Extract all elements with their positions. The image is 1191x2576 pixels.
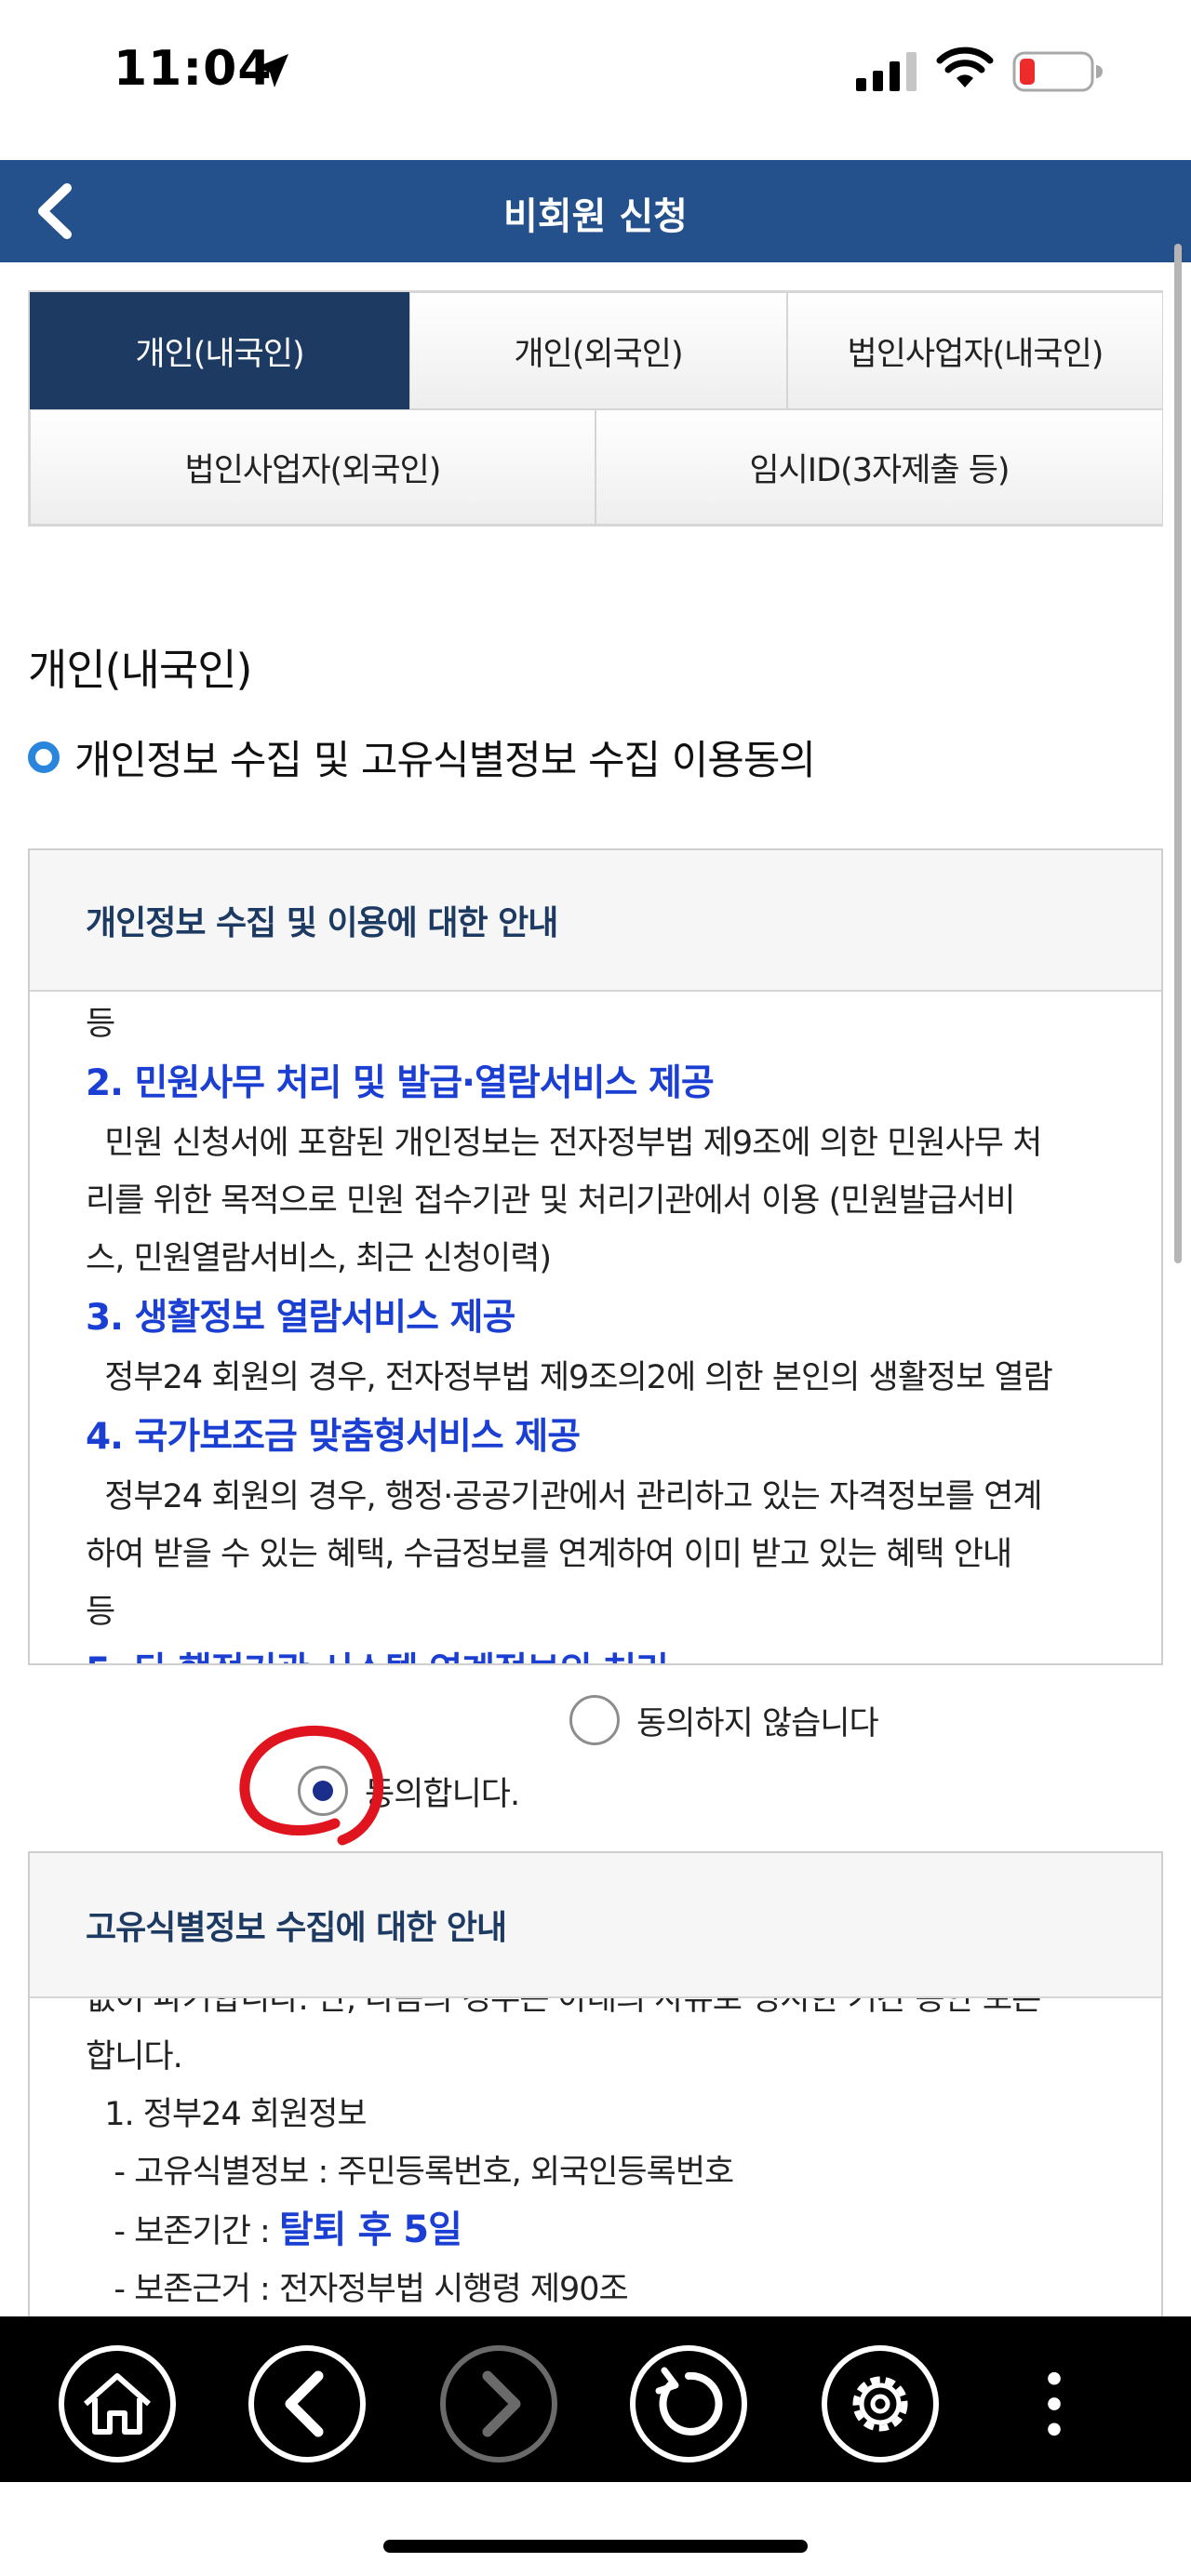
consent-heading: 개인정보 수집 및 고유식별정보 수집 이용동의 [28, 729, 816, 785]
browser-back-icon[interactable] [246, 2342, 368, 2465]
disagree-option[interactable]: 동의하지 않습니다 [569, 1695, 879, 1745]
settings-icon[interactable] [819, 2342, 942, 2465]
privacy-info-header: 개인정보 수집 및 이용에 대한 안내 [30, 850, 1161, 992]
tab-corporate-foreign[interactable]: 법인사업자(외국인) [30, 409, 596, 525]
privacy-text-line: 민원 신청서에 포함된 개인정보는 전자정부법 제9조에 의한 민원사무 처 [86, 1125, 1042, 1162]
unique-id-info-title: 고유식별정보 수집에 대한 안내 [86, 1909, 507, 1947]
unique-id-text-line: - 보존근거 : 전자정부법 시행령 제90조 [86, 2261, 1115, 2318]
privacy-section-heading: 2. 민원사무 처리 및 발급·열람서비스 제공 [86, 1062, 715, 1104]
app-header: 비회원 신청 [0, 160, 1191, 262]
home-indicator[interactable] [383, 2540, 808, 2553]
wifi-icon [936, 47, 994, 87]
tab-individual-domestic[interactable]: 개인(내국인) [30, 292, 409, 409]
privacy-text-line: 정부24 회원의 경우, 전자정부법 제9조의2에 의한 본인의 생활정보 열람 [86, 1359, 1053, 1396]
privacy-section-heading: 5. 타 행정기관 시스템 연계정보의 처리 [86, 1641, 1115, 1663]
bottom-toolbar [0, 2316, 1191, 2482]
unique-id-info-header: 고유식별정보 수집에 대한 안내 [30, 1853, 1161, 1998]
status-bar: 11:04 [0, 0, 1191, 158]
privacy-text-line: 정부24 회원의 경우, 행정·공공기관에서 관리하고 있는 자격정보를 연계 [86, 1478, 1042, 1515]
privacy-section-heading: 4. 국가보조금 맞춤형서비스 제공 [86, 1416, 581, 1458]
section-title: 개인(내국인) [28, 645, 252, 695]
unique-id-text-line: - 보존기간 : 탈퇴 후 5일 [86, 2201, 1115, 2261]
privacy-info-box: 개인정보 수집 및 이용에 대한 안내 등 2. 민원사무 처리 및 발급·열람서… [28, 848, 1163, 1665]
cellular-signal-icon [856, 52, 917, 91]
unique-id-text-line: 없이 파기합니다. 단, 다음의 경우는 아래의 사유로 명시한 기간 동안 보… [86, 1998, 1115, 2028]
annotation-red-circle [239, 1725, 384, 1846]
privacy-info-title: 개인정보 수집 및 이용에 대한 안내 [86, 904, 558, 942]
home-icon[interactable] [56, 2342, 179, 2465]
page-scrollbar[interactable] [1174, 244, 1182, 1263]
unique-id-line-text: - 보존기간 : [86, 2213, 279, 2250]
refresh-icon[interactable] [627, 2342, 750, 2465]
consent-heading-text: 개인정보 수집 및 고유식별정보 수집 이용동의 [74, 738, 816, 784]
privacy-section-heading: 3. 생활정보 열람서비스 제공 [86, 1297, 515, 1339]
retention-period-highlight: 탈퇴 후 5일 [278, 2209, 462, 2251]
applicant-type-tabs: 개인(내국인) 개인(외국인) 법인사업자(내국인) 법인사업자(외국인) 임시… [28, 290, 1163, 527]
location-arrow-icon [255, 54, 288, 87]
status-time: 11:04 [114, 41, 273, 97]
browser-forward-icon[interactable] [437, 2342, 560, 2465]
unique-id-line-text: 합니다. [86, 2038, 183, 2075]
page-title: 비회원 신청 [503, 195, 688, 238]
unique-id-text-line: 합니다. [86, 2028, 1115, 2086]
privacy-text-line: 등 [86, 1006, 115, 1043]
privacy-text-line: 하여 받을 수 있는 혜택, 수급정보를 연계하여 이미 받고 있는 혜택 안내 [86, 1536, 1012, 1573]
tab-individual-foreign[interactable]: 개인(외국인) [409, 292, 787, 409]
tab-temporary-id[interactable]: 임시ID(3자제출 등) [596, 409, 1163, 525]
privacy-info-scroll-area[interactable]: 등 2. 민원사무 처리 및 발급·열람서비스 제공 민원 신청서에 포함된 개인… [30, 992, 1161, 1663]
privacy-text-line: 리를 위한 목적으로 민원 접수기관 및 처리기관에서 이용 (민원발급서비 [86, 1182, 1015, 1220]
unique-id-info-scroll-area[interactable]: 없이 파기합니다. 단, 다음의 경우는 아래의 사유로 명시한 기간 동안 보… [30, 1998, 1161, 2333]
battery-low-icon [1012, 51, 1103, 92]
unique-id-line-text: - 고유식별정보 : 주민등록번호, 외국인등록번호 [86, 2154, 734, 2191]
more-icon[interactable] [1012, 2342, 1096, 2465]
unique-id-text-line: - 고유식별정보 : 주민등록번호, 외국인등록번호 [86, 2143, 1115, 2201]
privacy-text-line: 스, 민원열람서비스, 최근 신청이력) [86, 1240, 552, 1277]
unique-id-text-line: 1. 정부24 회원정보 [86, 2086, 1115, 2143]
tab-corporate-domestic[interactable]: 법인사업자(내국인) [787, 292, 1163, 409]
disagree-label: 동의하지 않습니다 [636, 1704, 879, 1742]
privacy-text-line: 등 [86, 1594, 115, 1631]
unique-id-line-text: 없이 파기합니다. 단, 다음의 경우는 아래의 사유로 명시한 기간 동안 보… [86, 1998, 1041, 2018]
unique-id-line-text: 1. 정부24 회원정보 [86, 2096, 367, 2133]
bullet-icon [28, 741, 60, 773]
unique-id-line-text: - 보존근거 : 전자정부법 시행령 제90조 [86, 2271, 628, 2308]
unique-id-info-box: 고유식별정보 수집에 대한 안내 없이 파기합니다. 단, 다음의 경우는 아래… [28, 1851, 1163, 2335]
disagree-radio[interactable] [569, 1695, 620, 1745]
